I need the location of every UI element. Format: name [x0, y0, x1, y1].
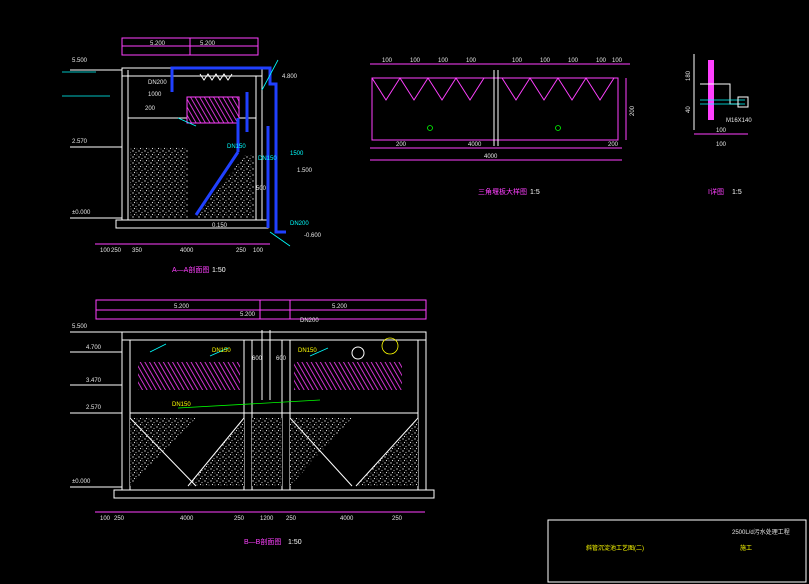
- tb-stage: 施工: [740, 544, 752, 552]
- bb-label-dn150c: DN150: [172, 402, 191, 408]
- bb-bot-dim-5: 1200: [260, 516, 274, 522]
- bb-detail-marker: [351, 346, 365, 360]
- aa-bot-dim-4: 4000: [180, 248, 194, 254]
- aa-label-500: 500: [256, 186, 267, 192]
- tw-top-dim-9: 100: [612, 58, 623, 64]
- tb-project: 2500L/d污水处理工程: [732, 528, 790, 536]
- bb-tube-settler-left: [138, 362, 240, 390]
- bb-elev-3: 3.470: [86, 378, 102, 384]
- detail-i: 180 40 100 100 M16X140 I详图 1:5: [686, 54, 752, 196]
- aa-bot-dim-5: 250: [236, 248, 247, 254]
- bb-hopper-mid: [252, 418, 282, 486]
- di-label-40: 40: [686, 106, 692, 113]
- bb-scale: 1:50: [288, 539, 302, 546]
- bb-label-600b: 600: [276, 356, 287, 362]
- bb-bot-dim-6: 250: [286, 516, 297, 522]
- di-label-100: 100: [716, 128, 727, 134]
- bb-elev-1: 5.500: [72, 324, 88, 330]
- cad-drawing: 5.200 5.200 5.500 4.800 2.570 ±0.000 1.5…: [62, 37, 807, 583]
- di-plate: [708, 60, 714, 120]
- aa-elev-5: 1.500: [297, 168, 313, 174]
- section-bb: 5.200 5.200 DN200 5.200 5.500 4.700 3.47…: [70, 299, 435, 546]
- aa-elev-1: 5.500: [72, 58, 88, 64]
- title-block: 2500L/d污水处理工程 斜管沉淀池工艺图(二) 施工: [547, 519, 807, 583]
- tw-top-dim-2: 100: [410, 58, 421, 64]
- bb-top-dim-4: 5.200: [332, 304, 348, 310]
- aa-top-dim-1: 5.200: [150, 41, 166, 47]
- di-label-100b: 100: [716, 142, 727, 148]
- tw-teeth: [371, 77, 615, 101]
- bb-title: B—B剖面图: [244, 537, 281, 546]
- aa-elev-4: ±0.000: [72, 210, 91, 216]
- bb-label-dn150a: DN150: [212, 348, 231, 354]
- bb-elev-5: ±0.000: [72, 479, 91, 485]
- bb-bot-dim-3: 4000: [180, 516, 194, 522]
- tw-scale: 1:5: [530, 189, 540, 196]
- tb-drawing-name: 斜管沉淀池工艺图(二): [586, 544, 644, 552]
- bb-tube-settler-right: [294, 362, 402, 390]
- bb-elev-4: 2.570: [86, 405, 102, 411]
- tw-bot-dim-3: 4000: [484, 154, 498, 160]
- aa-title: A—A剖面图: [172, 265, 209, 274]
- aa-label-dn150b: DN150: [258, 156, 277, 162]
- aa-sludge-hopper-right: [195, 155, 254, 218]
- aa-elev-2: 4.800: [282, 74, 298, 80]
- tw-top-dim-1: 100: [382, 58, 393, 64]
- bb-bot-dim-4: 250: [234, 516, 245, 522]
- bb-label-dn150b: DN150: [298, 348, 317, 354]
- tw-top-dim-3: 100: [438, 58, 449, 64]
- aa-bot-dim-3: 350: [132, 248, 143, 254]
- bb-bot-dim-2: 250: [114, 516, 125, 522]
- aa-scale: 1:50: [212, 267, 226, 274]
- aa-sludge-hopper-left: [130, 147, 188, 218]
- tw-bot-dim-2: 4000: [468, 142, 482, 148]
- bb-top-dim-1: 5.200: [174, 304, 190, 310]
- bb-bot-dim-1: 100: [100, 516, 111, 522]
- di-title: I详图: [708, 187, 724, 196]
- bb-label-600a: 600: [252, 356, 263, 362]
- bb-bot-dim-7: 4000: [340, 516, 354, 522]
- di-label-180: 180: [686, 70, 692, 81]
- tw-top-dim-8: 100: [596, 58, 607, 64]
- aa-label-1000: 1000: [148, 92, 162, 98]
- tw-top-dim-5: 100: [512, 58, 523, 64]
- aa-label-dn200: DN200: [148, 80, 167, 86]
- detail-triangle-weir: 100 100 100 100 100 100 100 100 100 200 …: [370, 58, 636, 196]
- aa-tube-settler: [187, 97, 239, 123]
- aa-elev-3: 2.570: [72, 139, 88, 145]
- aa-bot-dim-1: 100: [100, 248, 111, 254]
- tw-top-dim-6: 100: [540, 58, 551, 64]
- aa-bot-dim-6: 100: [253, 248, 264, 254]
- tw-side-dim: 200: [630, 105, 636, 116]
- bb-top-dim-2: 5.200: [240, 312, 256, 318]
- bb-top-dim-3: DN200: [300, 318, 319, 324]
- tw-plate: [371, 77, 619, 141]
- di-scale: 1:5: [732, 189, 742, 196]
- bb-elev-2: 4.700: [86, 345, 102, 351]
- aa-label-dn200b: DN200: [290, 221, 309, 227]
- tw-top-dim-4: 100: [466, 58, 477, 64]
- tw-top-dim-7: 100: [568, 58, 579, 64]
- tw-title: 三角堰板大样图: [478, 187, 527, 196]
- aa-top-dim-2: 5.200: [200, 41, 216, 47]
- aa-bot-dim-2: 250: [111, 248, 122, 254]
- di-label-bolt: M16X140: [726, 118, 752, 124]
- aa-label-dn150a: DN150: [227, 144, 246, 150]
- aa-label-200: 200: [145, 106, 156, 112]
- aa-label-1500: 1500: [290, 151, 304, 157]
- bb-bot-dim-8: 250: [392, 516, 403, 522]
- tw-bot-dim-4: 200: [608, 142, 619, 148]
- section-aa: 5.200 5.200 5.500 4.800 2.570 ±0.000 1.5…: [62, 37, 322, 274]
- aa-elev-6: -0.600: [304, 233, 322, 239]
- tw-bot-dim-1: 200: [396, 142, 407, 148]
